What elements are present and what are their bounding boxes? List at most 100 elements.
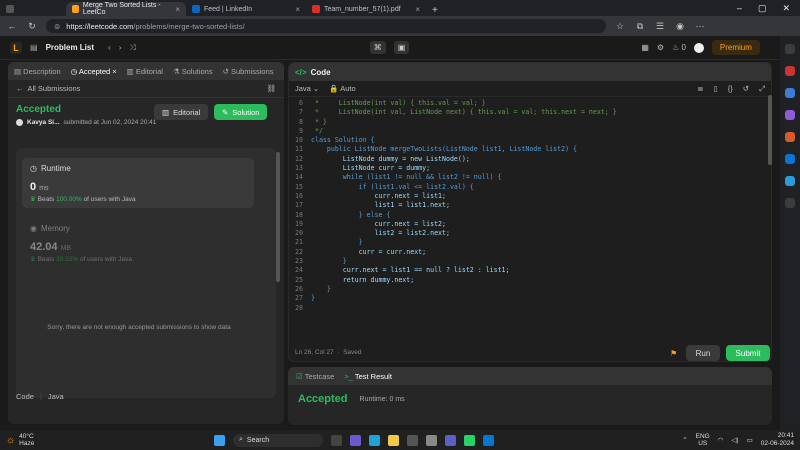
- solution-button[interactable]: ✎ Solution: [214, 104, 268, 120]
- code-line[interactable]: 10 class Solution {: [289, 136, 771, 145]
- code-area[interactable]: 6 * ListNode(int val) { this.val = val; …: [289, 99, 771, 313]
- outlook-icon[interactable]: [785, 154, 795, 164]
- code-line[interactable]: 11 public ListNode mergeTwoLists(ListNod…: [289, 145, 771, 154]
- url-field[interactable]: ⊜ https://leetcode.com/problems/merge-tw…: [46, 19, 606, 33]
- menu-icon[interactable]: ⋯: [694, 21, 706, 32]
- notepad-icon[interactable]: [445, 434, 456, 446]
- close-icon[interactable]: ×: [295, 5, 300, 14]
- tools-icon[interactable]: [785, 88, 795, 98]
- bookmark-icon[interactable]: ▯: [714, 84, 718, 93]
- link-icon[interactable]: ⛓: [266, 84, 276, 93]
- weather-widget[interactable]: ☼ 40°C Haze: [6, 433, 126, 447]
- premium-button[interactable]: Premium: [711, 40, 760, 55]
- tab-description[interactable]: ▤ Description: [14, 67, 61, 76]
- tab-linkedin[interactable]: Feed | LinkedIn ×: [186, 2, 306, 16]
- notes-icon[interactable]: ▣: [393, 41, 410, 54]
- braces-icon[interactable]: {}: [728, 84, 733, 93]
- streak-icon[interactable]: ♨ 0: [672, 43, 686, 52]
- next-problem-icon[interactable]: ›: [119, 43, 122, 52]
- auto-mode[interactable]: 🔒 Auto: [329, 84, 355, 93]
- profile-icon[interactable]: ◉: [674, 21, 686, 32]
- office-icon[interactable]: [785, 132, 795, 142]
- tab-pdf[interactable]: Team_number_57(1).pdf ×: [306, 2, 426, 16]
- wifi-icon[interactable]: ◠: [718, 436, 724, 444]
- tab-1[interactable]: [0, 2, 66, 16]
- volume-icon[interactable]: ◁): [731, 436, 738, 444]
- app-icon[interactable]: [426, 434, 437, 446]
- site-info-icon[interactable]: ⊜: [54, 22, 60, 31]
- expand-icon[interactable]: ⤢: [759, 84, 765, 94]
- code-line[interactable]: 28: [289, 304, 771, 313]
- leetcode-logo-icon[interactable]: L: [10, 41, 22, 54]
- all-submissions-link[interactable]: All Submissions: [28, 84, 81, 93]
- tab-accepted[interactable]: ◷ Accepted ×: [71, 67, 117, 76]
- clock[interactable]: 20:41 02-06-2024: [761, 432, 794, 448]
- code-line[interactable]: 6 * ListNode(int val) { this.val = val; …: [289, 99, 771, 108]
- run-button[interactable]: Run: [686, 345, 720, 361]
- tab-leetcode[interactable]: Merge Two Sorted Lists - LeetCo ×: [66, 2, 186, 16]
- search-icon[interactable]: [785, 44, 795, 54]
- new-tab-button[interactable]: +: [426, 5, 444, 16]
- code-line[interactable]: 12 ListNode dummy = new ListNode();: [289, 155, 771, 164]
- start-icon[interactable]: [214, 434, 225, 446]
- reload-icon[interactable]: ↻: [26, 21, 38, 32]
- layout-icon[interactable]: ▦: [641, 43, 649, 52]
- games-icon[interactable]: [785, 110, 795, 120]
- star-icon[interactable]: ☆: [614, 21, 626, 32]
- settings-icon[interactable]: ⚙: [657, 43, 664, 52]
- battery-icon[interactable]: ▭: [747, 436, 753, 444]
- editor-scrollbar[interactable]: [768, 95, 772, 165]
- reset-icon[interactable]: ↺: [743, 84, 749, 93]
- code-line[interactable]: 15 if (list1.val <= list2.val) {: [289, 183, 771, 192]
- add-icon[interactable]: [785, 198, 795, 208]
- memory-card[interactable]: ◉ Memory 42.04 MB ♛ Beats 39.52% of users…: [22, 218, 254, 274]
- edge-icon[interactable]: [369, 434, 380, 446]
- shopping-icon[interactable]: [785, 66, 795, 76]
- chevron-up-icon[interactable]: ⌃: [682, 436, 687, 444]
- code-line[interactable]: 8 * }: [289, 118, 771, 127]
- explorer-icon[interactable]: [388, 434, 399, 446]
- code-line[interactable]: 24 curr.next = list1 == null ? list2 : l…: [289, 266, 771, 275]
- store-icon[interactable]: [407, 434, 418, 446]
- taskbar-search[interactable]: ⌕ Search: [233, 433, 323, 447]
- code-line[interactable]: 7 * ListNode(int val, ListNode next) { t…: [289, 108, 771, 117]
- shuffle-icon[interactable]: ⤨: [129, 43, 135, 53]
- code-line[interactable]: 19 curr.next = list2;: [289, 220, 771, 229]
- code-line[interactable]: 25 return dummy.next;: [289, 276, 771, 285]
- code-line[interactable]: 9 */: [289, 127, 771, 136]
- language-select[interactable]: Java ⌄: [295, 84, 319, 93]
- submit-button[interactable]: Submit: [726, 345, 770, 361]
- tab-solutions[interactable]: ⚗ Solutions: [173, 67, 213, 76]
- code-line[interactable]: 18 } else {: [289, 211, 771, 220]
- taskview-icon[interactable]: [331, 434, 342, 446]
- tab-editorial[interactable]: ▥ Editorial: [127, 67, 163, 76]
- username[interactable]: Kavya Si...: [27, 119, 60, 126]
- code-line[interactable]: 21 }: [289, 238, 771, 247]
- prev-problem-icon[interactable]: ‹: [108, 43, 111, 52]
- editorial-button[interactable]: ▥ Editorial: [154, 104, 209, 120]
- code-line[interactable]: 13 ListNode curr = dummy;: [289, 164, 771, 173]
- language-indicator[interactable]: ENG US: [696, 433, 710, 447]
- whatsapp-icon[interactable]: [464, 434, 475, 446]
- maximize-icon[interactable]: ▢: [758, 3, 767, 14]
- code-line[interactable]: 14 while (list1 != null && list2 != null…: [289, 173, 771, 182]
- drop-icon[interactable]: [785, 176, 795, 186]
- code-line[interactable]: 22 curr = curr.next;: [289, 248, 771, 257]
- code-line[interactable]: 20 list2 = list2.next;: [289, 229, 771, 238]
- back-icon[interactable]: ←: [6, 21, 18, 31]
- code-line[interactable]: 26 }: [289, 285, 771, 294]
- tab-testcase[interactable]: ☑ Testcase: [296, 372, 334, 381]
- close-icon[interactable]: ×: [175, 5, 180, 14]
- avatar[interactable]: [693, 42, 704, 53]
- code-line[interactable]: 27}: [289, 294, 771, 303]
- close-window-icon[interactable]: ✕: [782, 3, 790, 14]
- meet-icon[interactable]: [350, 434, 361, 446]
- problem-list-link[interactable]: Problem List: [46, 43, 94, 52]
- debug-icon[interactable]: ⌘: [369, 41, 386, 54]
- arrow-left-icon[interactable]: ←: [16, 84, 24, 93]
- close-icon[interactable]: ×: [415, 5, 420, 14]
- tab-test-result[interactable]: >_ Test Result: [344, 372, 392, 381]
- format-icon[interactable]: ≣: [697, 84, 703, 93]
- favorites-icon[interactable]: ☰: [654, 21, 666, 32]
- vscode-icon[interactable]: [483, 434, 494, 446]
